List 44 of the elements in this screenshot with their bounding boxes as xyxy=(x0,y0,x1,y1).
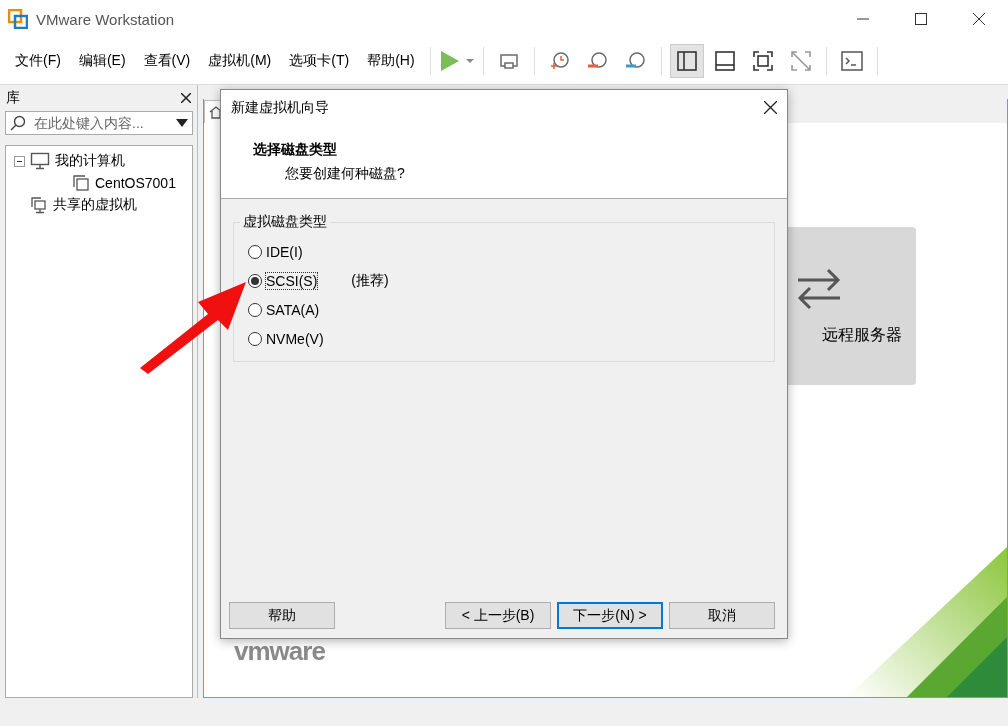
menu-item[interactable]: 查看(V) xyxy=(134,52,200,70)
home-icon xyxy=(209,105,223,119)
menu-item[interactable]: 文件(F) xyxy=(6,52,70,70)
tree-item[interactable]: 我的计算机 xyxy=(55,152,125,170)
dialog-title: 新建虚拟机向导 xyxy=(231,98,329,117)
terminal-icon[interactable] xyxy=(839,49,864,73)
dialog-button[interactable]: 取消 xyxy=(669,602,775,629)
search-field[interactable]: 在此处键入内容... xyxy=(5,111,193,135)
dialog-button[interactable]: 帮助 xyxy=(229,602,335,629)
step-heading: 选择磁盘类型 xyxy=(253,140,338,159)
option-label[interactable]: SCSI(S) xyxy=(266,272,318,289)
radio-button[interactable] xyxy=(248,273,262,288)
sidebar-view-icon[interactable] xyxy=(669,44,704,78)
radio-button[interactable] xyxy=(248,244,262,259)
step-description: 您要创建何种磁盘? xyxy=(284,164,406,183)
option-label[interactable]: NVMe(V) xyxy=(266,330,324,347)
radio-button[interactable] xyxy=(248,302,262,317)
option-label[interactable]: SATA(A) xyxy=(266,301,320,318)
menu-item[interactable]: 编辑(E) xyxy=(69,52,135,70)
close-icon[interactable] xyxy=(973,13,985,25)
computer-icon xyxy=(30,152,50,170)
app-logo-icon xyxy=(8,9,28,29)
panel-title: 库 xyxy=(6,89,20,107)
menu-item[interactable]: 选项卡(T) xyxy=(280,52,359,70)
recommended-note: (推荐) xyxy=(351,271,389,290)
group-title: 虚拟磁盘类型 xyxy=(240,213,330,231)
search-icon xyxy=(10,115,26,131)
menu-item[interactable]: 帮助(H) xyxy=(358,52,424,70)
dialog-button[interactable]: 下一步(N) > xyxy=(557,602,663,629)
tree-item[interactable]: CentOS7001 xyxy=(95,175,176,191)
vmware-logo: vmware xyxy=(234,636,325,667)
collapse-icon[interactable] xyxy=(14,155,25,167)
dialog-button[interactable]: < 上一步(B) xyxy=(445,602,551,629)
option-label[interactable]: IDE(I) xyxy=(266,243,303,260)
radio-button[interactable] xyxy=(248,331,262,346)
maximize-icon[interactable] xyxy=(915,13,927,25)
close-icon[interactable] xyxy=(181,93,191,103)
tree-item[interactable]: 共享的虚拟机 xyxy=(53,196,137,214)
vm-icon xyxy=(72,174,90,192)
dropdown-icon[interactable] xyxy=(176,119,188,127)
close-icon[interactable] xyxy=(764,101,777,114)
window-title: VMware Workstation xyxy=(36,10,176,28)
menu-item[interactable]: 虚拟机(M) xyxy=(199,52,281,70)
shared-vm-icon xyxy=(30,196,48,214)
